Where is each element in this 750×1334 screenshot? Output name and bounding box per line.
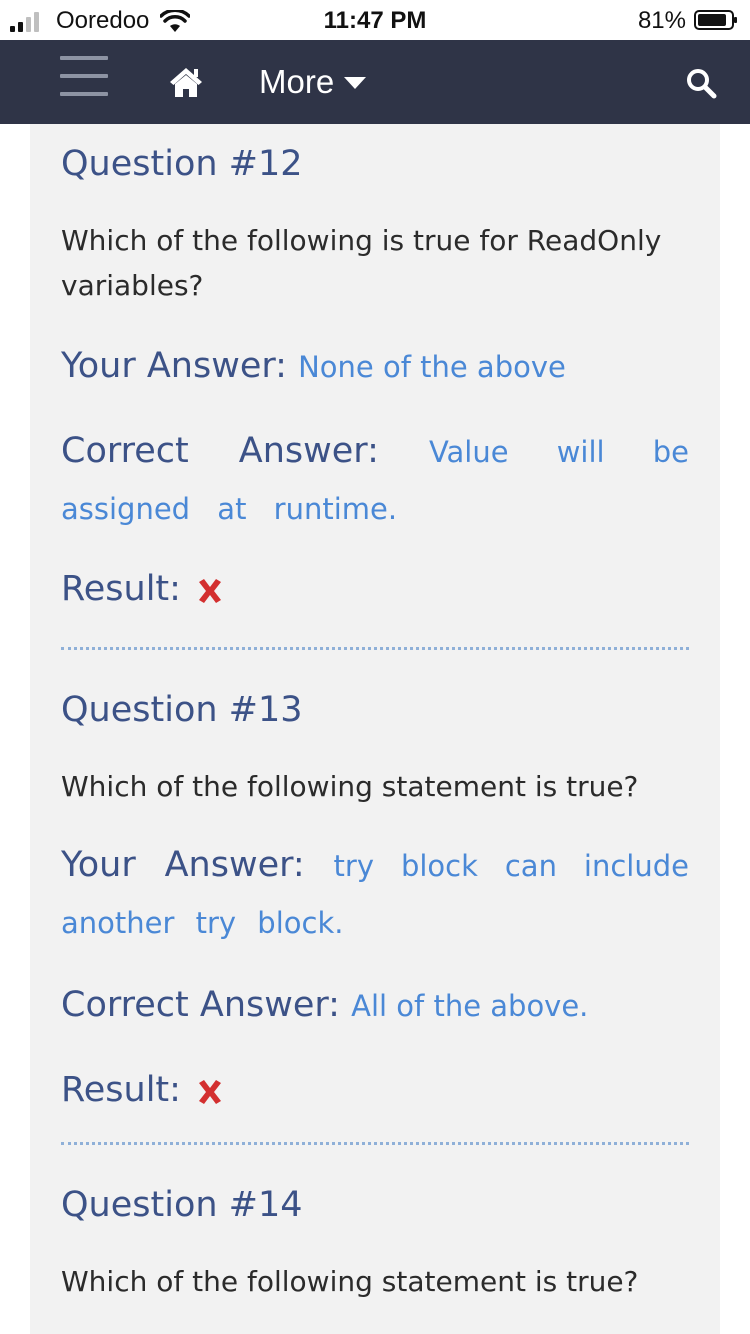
result-label: Result:: [61, 569, 181, 609]
search-icon[interactable]: [685, 67, 717, 99]
question-text: Which of the following statement is true…: [61, 1265, 639, 1298]
more-menu-button[interactable]: More: [259, 62, 367, 102]
battery-icon: [694, 10, 737, 30]
question-text: Which of the following statement is true…: [61, 770, 639, 803]
your-answer-label: Your Answer:: [61, 346, 287, 386]
separator: [61, 647, 689, 650]
cross-icon: [198, 1080, 221, 1104]
quiz-results-panel: Question #12 Which of the following is t…: [30, 124, 720, 1334]
cross-icon: [198, 579, 221, 603]
question-block-12: Question #12 Which of the following is t…: [30, 142, 720, 617]
top-nav-bar: More: [0, 40, 750, 124]
status-bar: Ooredoo 11:47 PM 81%: [0, 0, 750, 40]
correct-answer-value: All of the above.: [351, 989, 589, 1023]
more-menu-label: More: [259, 63, 335, 100]
result-label: Result:: [61, 1070, 181, 1110]
your-answer-value: None of the above: [298, 350, 566, 384]
result-row: Result:: [61, 561, 689, 617]
your-answer-label: Your Answer:: [61, 845, 305, 885]
correct-answer: Correct Answer: Value will be assigned a…: [61, 423, 689, 537]
correct-answer-label: Correct Answer:: [61, 985, 340, 1025]
your-answer: Your Answer: try block can include anoth…: [61, 837, 689, 951]
result-row: Result:: [61, 1062, 689, 1118]
correct-answer-label: Correct Answer:: [61, 431, 379, 471]
chevron-down-icon: [344, 77, 367, 89]
home-icon[interactable]: [168, 64, 204, 100]
correct-answer: Correct Answer: All of the above.: [61, 977, 689, 1034]
separator: [61, 1142, 689, 1145]
question-title: Question #13: [61, 690, 303, 730]
question-text: Which of the following is true for ReadO…: [61, 224, 662, 302]
question-block-14: Question #14 Which of the following stat…: [30, 1183, 720, 1304]
question-block-13: Question #13 Which of the following stat…: [30, 688, 720, 1118]
hamburger-icon[interactable]: [60, 56, 108, 108]
question-title: Question #14: [61, 1185, 303, 1225]
your-answer: Your Answer: None of the above: [61, 338, 689, 395]
question-title: Question #12: [61, 144, 303, 184]
battery-percentage: 81%: [637, 7, 686, 34]
